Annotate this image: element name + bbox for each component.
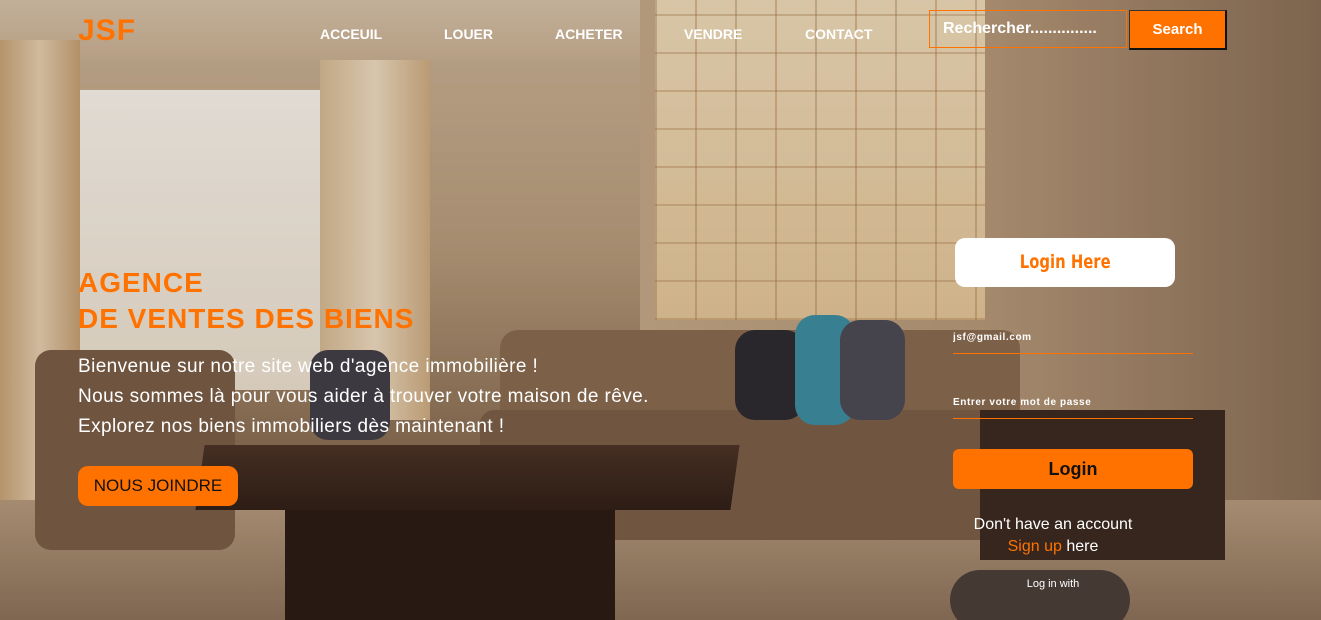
login-heading: Login Here	[955, 238, 1175, 287]
hero-text-line: Bienvenue sur notre site web d'agence im…	[78, 356, 539, 377]
site-logo[interactable]: JSF	[78, 14, 136, 48]
no-account-text: Don't have an account	[973, 516, 1133, 533]
nav-item-louer[interactable]: LOUER	[444, 26, 493, 42]
join-us-button[interactable]: NOUS JOINDRE	[78, 466, 238, 506]
email-field[interactable]	[953, 330, 1193, 354]
hero-description: Bienvenue sur notre site web d'agence im…	[78, 352, 649, 442]
hero-title-line: DE VENTES DES BIENS	[78, 303, 415, 334]
hero-title-line: AGENCE	[78, 267, 204, 298]
nav-item-acheter[interactable]: ACHETER	[555, 26, 623, 42]
signup-line: Sign up here	[953, 538, 1153, 556]
signup-suffix: here	[1061, 538, 1099, 555]
signup-link[interactable]: Sign up	[1008, 538, 1062, 555]
nav-item-vendre[interactable]: VENDRE	[684, 26, 742, 42]
nav-item-acceuil[interactable]: ACCEUIL	[320, 26, 382, 42]
password-field[interactable]	[953, 395, 1193, 419]
search-bar: Search	[929, 10, 1227, 50]
login-heading-text: Login Here	[1019, 251, 1111, 273]
login-with-text: Log in with	[1026, 578, 1080, 590]
hero-text-line: Explorez nos biens immobiliers dès maint…	[78, 416, 505, 437]
search-input[interactable]	[929, 10, 1127, 48]
login-button[interactable]: Login	[953, 449, 1193, 489]
nav-item-contact[interactable]: CONTACT	[805, 26, 872, 42]
hero-text-line: Nous sommes là pour vous aider à trouver…	[78, 386, 649, 407]
hero-title: AGENCE DE VENTES DES BIENS	[78, 265, 414, 337]
search-button[interactable]: Search	[1129, 10, 1227, 50]
